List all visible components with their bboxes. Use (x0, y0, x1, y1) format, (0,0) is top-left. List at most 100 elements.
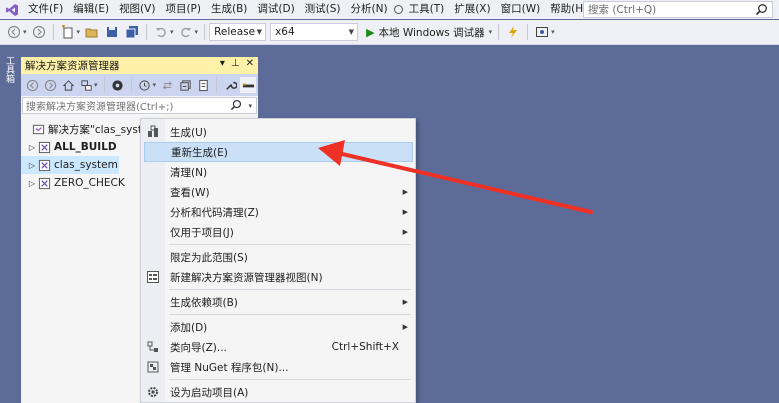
menu-item-new-explorer-view[interactable]: 新建解决方案资源管理器视图(N) (141, 267, 415, 287)
chevron-down-icon: ▼ (256, 28, 263, 36)
forward-icon[interactable] (31, 24, 47, 40)
expand-arrow-icon[interactable]: ▷ (27, 143, 37, 152)
menu-item-label: 生成依赖项(B) (170, 296, 238, 309)
global-search-input[interactable]: 搜索 (Ctrl+Q) (583, 1, 773, 18)
open-folder-icon[interactable] (84, 24, 100, 40)
toolbox-strip: 工具箱 (0, 46, 20, 403)
menu-debug[interactable]: 调试(D) (252, 0, 299, 19)
close-icon[interactable]: ✕ (246, 58, 254, 69)
menu-analyze[interactable]: 分析(N) (346, 0, 393, 19)
solution-explorer-toolbar: ▾ ▾ (21, 74, 258, 96)
submenu-arrow-icon: ▶ (402, 228, 408, 236)
properties-wrench-icon[interactable] (222, 77, 238, 93)
visual-studio-logo-icon (0, 0, 24, 19)
menu-item-label: 分析和代码清理(Z) (170, 206, 259, 219)
hot-reload-icon[interactable] (505, 24, 521, 40)
undo-dropdown-icon[interactable]: ▾ (170, 28, 174, 36)
project-icon (37, 158, 51, 172)
toolbar-separator (527, 24, 529, 40)
tree-item-clas-system[interactable]: ▷ clas_system (21, 156, 119, 174)
menu-item-rebuild[interactable]: 重新生成(E) (144, 142, 413, 162)
menu-item-class-wizard[interactable]: 类向导(Z)... Ctrl+Shift+X (141, 337, 415, 357)
menu-tools[interactable]: 工具(T) (404, 0, 450, 19)
preview-icon[interactable] (240, 77, 257, 93)
show-all-files-icon[interactable] (195, 77, 211, 93)
save-all-icon[interactable] (124, 24, 140, 40)
menu-project[interactable]: 项目(P) (160, 0, 206, 19)
switch-views-icon[interactable] (78, 77, 94, 93)
menu-window[interactable]: 窗口(W) (496, 0, 546, 19)
sync-icon[interactable] (159, 77, 175, 93)
configuration-value: Release (214, 26, 256, 38)
menu-item-build-dependencies[interactable]: 生成依赖项(B) ▶ (141, 292, 415, 312)
expand-arrow-icon[interactable]: ▷ (27, 161, 37, 170)
platform-select[interactable]: x64 ▼ (270, 23, 359, 41)
expand-arrow-icon[interactable]: ▷ (27, 179, 37, 188)
home-icon[interactable] (60, 77, 76, 93)
collapse-all-icon[interactable] (177, 77, 193, 93)
pending-changes-icon[interactable] (137, 77, 153, 93)
menu-item-analyze[interactable]: 分析和代码清理(Z) ▶ (141, 202, 415, 222)
menu-file[interactable]: 文件(F) (24, 0, 68, 19)
menu-item-clean[interactable]: 清理(N) (141, 162, 415, 182)
search-options-icon[interactable]: ▾ (248, 102, 252, 110)
forward-icon[interactable] (42, 77, 58, 93)
platform-value: x64 (275, 26, 295, 38)
menu-item-set-startup[interactable]: 设为启动项目(A) (141, 382, 415, 402)
back-dropdown-icon[interactable]: ▾ (23, 28, 27, 36)
start-debugging-button[interactable]: ▶ 本地 Windows 调试器 ▾ (366, 25, 494, 40)
menu-item-view[interactable]: 查看(W) ▶ (141, 182, 415, 202)
toolbar-separator (498, 24, 500, 40)
screenshot-icon[interactable] (534, 24, 550, 40)
build-icon (145, 124, 161, 140)
menu-bar: 文件(F) 编辑(E) 视图(V) 项目(P) 生成(B) 调试(D) 测试(S… (0, 0, 779, 19)
run-dropdown-icon[interactable]: ▾ (489, 28, 493, 36)
menu-build[interactable]: 生成(B) (206, 0, 252, 19)
pending-dropdown-icon[interactable]: ▾ (153, 81, 157, 89)
menu-extensions[interactable]: 扩展(X) (449, 0, 495, 19)
menu-item-label: 限定为此范围(S) (170, 251, 248, 264)
undo-icon[interactable] (153, 24, 169, 40)
back-icon[interactable] (24, 77, 40, 93)
back-icon[interactable] (6, 24, 22, 40)
new-dropdown-icon[interactable]: ▾ (77, 28, 81, 36)
menu-item-shortcut: Ctrl+Shift+X (331, 341, 399, 353)
submenu-arrow-icon: ▶ (402, 188, 408, 196)
menu-item-label: 添加(D) (170, 321, 208, 334)
solution-search-placeholder: 搜索解决方案资源管理器(Ctrl+;) (26, 102, 174, 113)
menu-separator (169, 379, 411, 380)
switch-views-dropdown-icon[interactable]: ▾ (94, 81, 98, 89)
menu-edit[interactable]: 编辑(E) (68, 0, 114, 19)
solution-search-input[interactable]: 搜索解决方案资源管理器(Ctrl+;) ▾ (22, 97, 257, 114)
project-context-menu: 生成(U) 重新生成(E) 清理(N) 查看(W) ▶ 分析和代码清理(Z) ▶… (140, 118, 416, 403)
run-label: 本地 Windows 调试器 (378, 26, 485, 39)
menu-item-add[interactable]: 添加(D) ▶ (141, 317, 415, 337)
menu-test[interactable]: 测试(S) (300, 0, 346, 19)
pin-icon[interactable]: ⊥ (231, 58, 240, 69)
redo-dropdown-icon[interactable]: ▾ (195, 28, 199, 36)
toolbar-separator (130, 77, 132, 93)
toolbar-separator (103, 77, 105, 93)
menu-item-nuget[interactable]: 管理 NuGet 程序包(N)... (141, 357, 415, 377)
configuration-select[interactable]: Release ▼ (209, 23, 267, 41)
menu-item-build[interactable]: 生成(U) (141, 122, 415, 142)
new-project-icon[interactable] (60, 24, 76, 40)
menu-item-project-only[interactable]: 仅用于项目(J) ▶ (141, 222, 415, 242)
solution-icon (31, 122, 45, 136)
toolbar-separator (204, 24, 206, 40)
solution-explorer-title-bar: 解决方案资源管理器 ▾ ⊥ ✕ (21, 57, 258, 74)
save-icon[interactable] (104, 24, 120, 40)
toolbar-separator (52, 24, 54, 40)
panel-title: 解决方案资源管理器 (25, 60, 120, 72)
menu-item-label: 重新生成(E) (171, 146, 228, 159)
menu-separator (169, 244, 411, 245)
window-position-icon[interactable]: ▾ (220, 58, 225, 69)
git-icon[interactable] (110, 77, 126, 93)
redo-icon[interactable] (178, 24, 194, 40)
search-icon (230, 99, 242, 111)
toolbox-tab[interactable]: 工具箱 (2, 56, 16, 96)
toolbar-overflow-icon[interactable]: ▾ (551, 28, 555, 36)
class-wizard-icon (145, 339, 161, 355)
menu-item-scope-to-this[interactable]: 限定为此范围(S) (141, 247, 415, 267)
menu-view[interactable]: 视图(V) (114, 0, 160, 19)
